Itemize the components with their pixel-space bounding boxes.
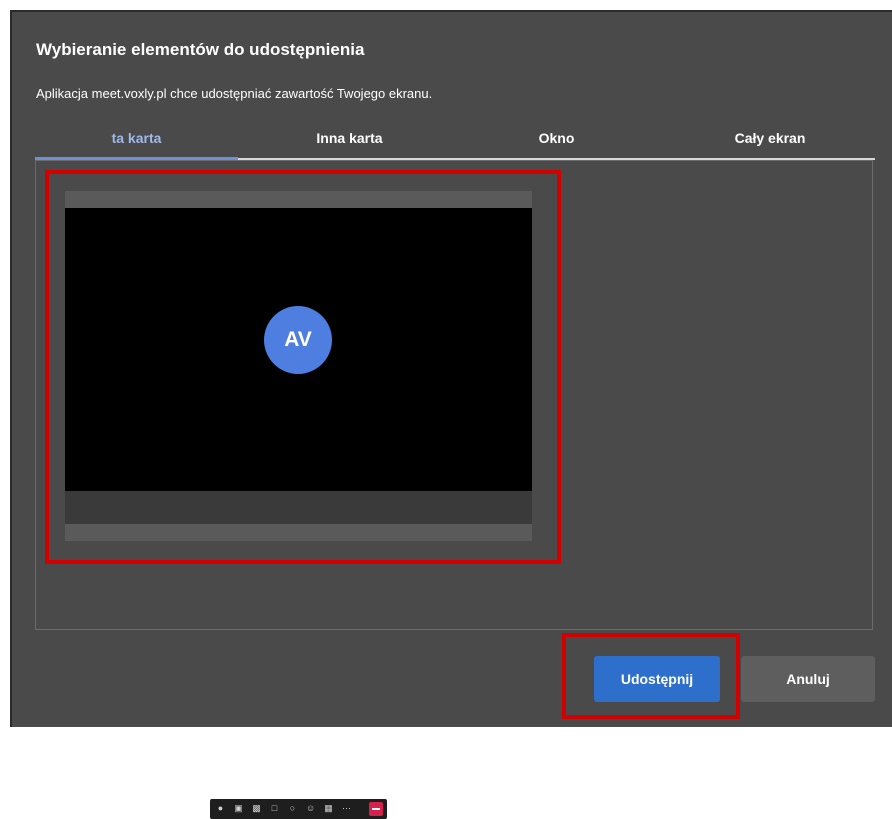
screen-share-icon: ▩ — [252, 803, 261, 813]
reaction-icon: ☺ — [306, 803, 316, 813]
camera-icon: ▣ — [234, 803, 243, 813]
dialog-subtitle: Aplikacja meet.voxly.pl chce udostępniać… — [36, 86, 433, 101]
cancel-button[interactable]: Anuluj — [741, 656, 875, 702]
end-call-icon — [369, 802, 383, 816]
more-icon: ⋯ — [342, 803, 351, 813]
mic-icon: ● — [217, 803, 224, 813]
window-edge-left — [10, 10, 12, 727]
grid-icon: ▦ — [324, 803, 333, 813]
share-button-highlight — [562, 633, 740, 719]
chat-icon: □ — [271, 803, 278, 813]
raise-hand-icon: ○ — [289, 803, 296, 813]
preview-highlight-frame — [45, 170, 561, 564]
tab-other-tab[interactable]: Inna karta — [248, 118, 451, 158]
tab-window[interactable]: Okno — [455, 118, 658, 158]
window-edge-top — [10, 10, 892, 12]
dialog-title: Wybieranie elementów do udostępnienia — [36, 40, 365, 59]
meeting-toolbar: ● ▣ ▩ □ ○ ☺ ▦ ⋯ — [210, 799, 387, 819]
tab-entire-screen[interactable]: Cały ekran — [665, 118, 875, 158]
source-tabs: ta karta Inna karta Okno Cały ekran — [35, 118, 875, 160]
tab-this-tab[interactable]: ta karta — [35, 118, 238, 158]
